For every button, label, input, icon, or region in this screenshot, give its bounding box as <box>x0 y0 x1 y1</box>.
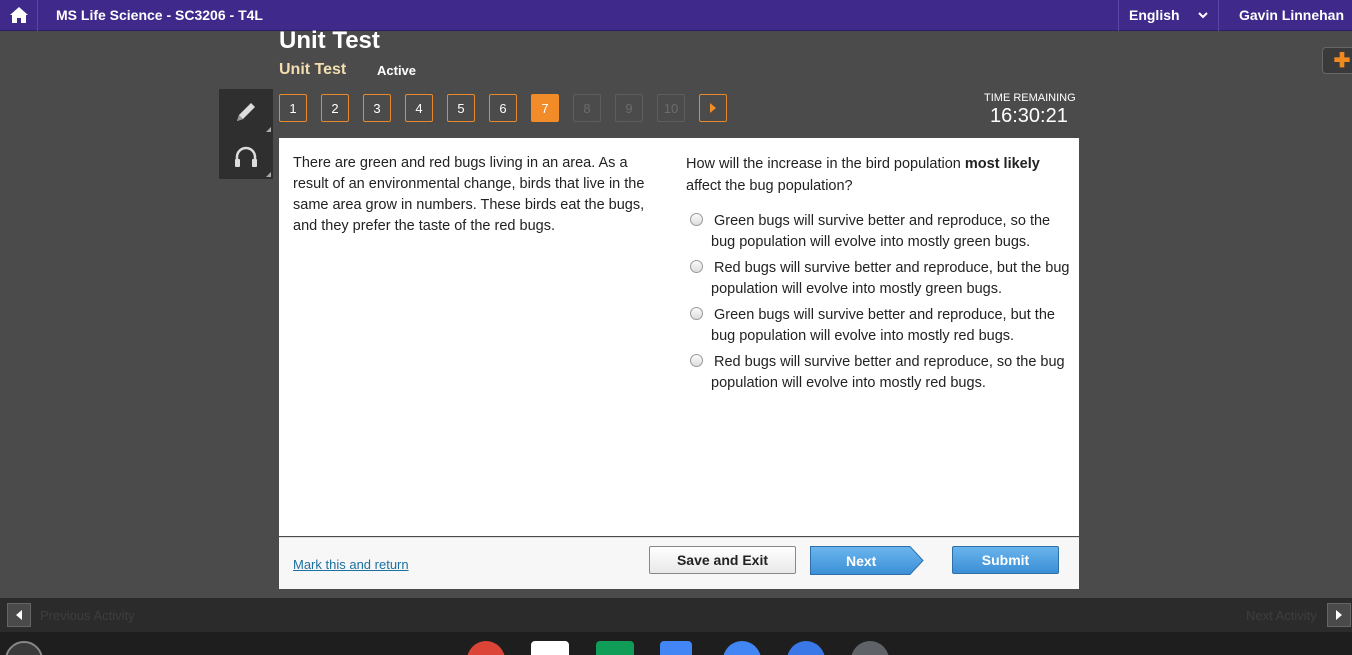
camera-icon[interactable] <box>851 641 889 655</box>
drive-icon[interactable] <box>596 641 634 655</box>
next-button-label: Next <box>846 553 877 569</box>
radio-button[interactable] <box>690 213 703 226</box>
question-nav-button[interactable]: 2 <box>321 94 349 122</box>
answer-choice[interactable]: Red bugs will survive better and reprodu… <box>686 258 1071 300</box>
home-button[interactable] <box>0 0 38 31</box>
next-activity-label[interactable]: Next Activity <box>1246 608 1317 623</box>
answer-choice[interactable]: Green bugs will survive better and repro… <box>686 305 1071 347</box>
question-nav-button[interactable]: 5 <box>447 94 475 122</box>
answer-choice-text: Red bugs will survive better and reprodu… <box>711 354 1065 391</box>
time-remaining-label: TIME REMAINING <box>984 92 1076 104</box>
question-nav-button[interactable]: 1 <box>279 94 307 122</box>
answer-choice-text: Red bugs will survive better and reprodu… <box>711 260 1070 297</box>
chrome-icon[interactable] <box>467 641 505 655</box>
question-emphasis: most likely <box>964 156 1040 172</box>
previous-activity-button[interactable] <box>7 603 31 627</box>
tool-menu-corner <box>266 127 271 132</box>
headphones-icon <box>235 146 257 167</box>
page-subtitle: Unit Test <box>279 61 347 78</box>
caret-right-icon <box>1336 610 1342 620</box>
docs-icon[interactable] <box>660 641 692 655</box>
next-button[interactable]: Next <box>810 546 924 575</box>
files-icon[interactable] <box>723 641 761 655</box>
answer-choice-text: Green bugs will survive better and repro… <box>711 213 1051 250</box>
question-nav-button-disabled: 10 <box>657 94 685 122</box>
plus-icon: ✚ <box>1333 50 1351 72</box>
question-nav-button-disabled: 8 <box>573 94 601 122</box>
question-prefix: How will the increase in the bird popula… <box>686 156 965 172</box>
language-label: English <box>1128 7 1180 23</box>
question-nav: 1 2 3 4 5 6 7 8 9 10 <box>279 94 727 122</box>
home-icon <box>9 7 28 23</box>
passage-text: There are green and red bugs living in a… <box>293 155 645 234</box>
card-footer: Mark this and return Save and Exit Next … <box>279 537 1079 589</box>
radio-button[interactable] <box>690 354 703 367</box>
radio-button[interactable] <box>690 307 703 320</box>
previous-activity-label[interactable]: Previous Activity <box>40 608 135 623</box>
settings-icon[interactable] <box>787 641 825 655</box>
question-nav-button[interactable]: 4 <box>405 94 433 122</box>
question-nav-button[interactable]: 3 <box>363 94 391 122</box>
user-menu[interactable]: Gavin Linnehan <box>1217 0 1352 31</box>
pencil-tool-button[interactable] <box>219 89 273 134</box>
activity-bar: Previous Activity Next Activity <box>0 598 1352 632</box>
time-remaining-value: 16:30:21 <box>990 105 1068 127</box>
language-select[interactable]: English <box>1117 0 1218 31</box>
caret-right-icon <box>710 103 716 113</box>
radio-button[interactable] <box>690 260 703 273</box>
question-nav-button-current[interactable]: 7 <box>531 94 559 122</box>
answer-choice-text: Green bugs will survive better and repro… <box>711 307 1055 344</box>
question-nav-button-disabled: 9 <box>615 94 643 122</box>
audio-tool-button[interactable] <box>219 134 273 179</box>
answer-choices: Green bugs will survive better and repro… <box>686 211 1071 399</box>
question-nav-next-button[interactable] <box>699 94 727 122</box>
chevron-down-icon <box>1198 12 1208 19</box>
next-activity-button[interactable] <box>1327 603 1351 627</box>
save-and-exit-button[interactable]: Save and Exit <box>649 546 796 574</box>
question-nav-button[interactable]: 6 <box>489 94 517 122</box>
os-shelf <box>0 632 1352 655</box>
pencil-icon <box>237 102 255 121</box>
question-prompt: How will the increase in the bird popula… <box>686 153 1056 197</box>
question-suffix: affect the bug population? <box>686 178 853 194</box>
answer-choice[interactable]: Red bugs will survive better and reprodu… <box>686 352 1071 394</box>
mark-and-return-link[interactable]: Mark this and return <box>293 557 409 572</box>
gmail-icon[interactable] <box>531 641 569 655</box>
status-label: Active <box>377 63 417 78</box>
launcher-icon[interactable] <box>5 641 43 655</box>
answer-choice[interactable]: Green bugs will survive better and repro… <box>686 211 1071 253</box>
submit-button[interactable]: Submit <box>952 546 1059 574</box>
page-title: Unit Test <box>279 27 380 54</box>
course-title: MS Life Science - SC3206 - T4L <box>56 7 263 23</box>
caret-left-icon <box>16 610 22 620</box>
tool-menu-corner <box>266 172 271 177</box>
top-bar: MS Life Science - SC3206 - T4L English G… <box>0 0 1352 31</box>
expand-button[interactable]: ✚ <box>1322 47 1352 74</box>
